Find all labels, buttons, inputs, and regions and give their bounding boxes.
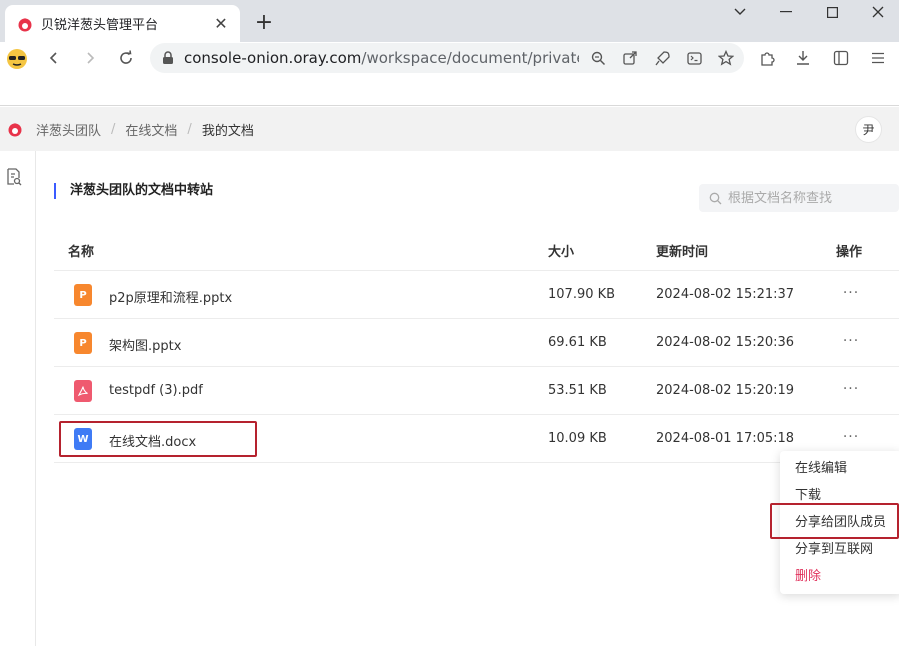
onion-logo-icon — [18, 17, 32, 31]
download-icon[interactable] — [789, 44, 817, 72]
file-size: 10.09 KB — [548, 431, 607, 446]
sidebar — [0, 151, 36, 646]
search-input[interactable] — [728, 190, 888, 206]
table-header: 名称 大小 更新时间 操作 — [54, 229, 899, 271]
app-header: 洋葱头团队 / 在线文档 / 我的文档 尹 — [0, 107, 899, 151]
open-in-new-icon[interactable] — [617, 45, 643, 71]
zoom-icon[interactable] — [585, 45, 611, 71]
menu-item-delete[interactable]: 删除 — [780, 563, 899, 590]
table-row[interactable]: P 架构图.pptx 69.61 KB 2024-08-02 15:20:36 … — [54, 319, 899, 367]
breadcrumb-my-docs: 我的文档 — [201, 123, 254, 139]
file-size: 69.61 KB — [548, 335, 607, 350]
breadcrumb-online-docs[interactable]: 在线文档 — [125, 120, 177, 139]
breadcrumb-separator: / — [187, 121, 192, 137]
more-actions-icon[interactable]: ··· — [839, 333, 863, 353]
menu-item-share-to-internet[interactable]: 分享到互联网 — [780, 536, 899, 563]
more-actions-icon[interactable]: ··· — [839, 381, 863, 401]
file-updated-time: 2024-08-02 15:21:37 — [656, 287, 795, 302]
tab-title: 贝锐洋葱头管理平台 — [41, 18, 159, 33]
close-window-icon[interactable] — [856, 0, 899, 24]
breadcrumb-team[interactable]: 洋葱头团队 — [36, 120, 101, 139]
table-row[interactable]: testpdf (3).pdf 53.51 KB 2024-08-02 15:2… — [54, 367, 899, 415]
more-actions-icon[interactable]: ··· — [839, 285, 863, 305]
menu-item-edit-online[interactable]: 在线编辑 — [780, 455, 899, 482]
browser-toolbar: console-onion.oray.com/workspace/documen… — [0, 42, 899, 106]
browser-tab[interactable]: 贝锐洋葱头管理平台 ✕ — [5, 5, 240, 42]
file-size: 53.51 KB — [548, 383, 607, 398]
file-size: 107.90 KB — [548, 287, 616, 302]
sidebar-toggle-icon[interactable] — [827, 44, 855, 72]
file-name[interactable]: p2p原理和流程.pptx — [109, 287, 232, 306]
pdf-file-icon — [74, 380, 92, 402]
star-bookmark-icon[interactable] — [713, 45, 739, 71]
file-name[interactable]: 架构图.pptx — [109, 335, 181, 354]
reload-icon[interactable] — [112, 44, 140, 72]
column-header-actions: 操作 — [836, 245, 863, 260]
address-bar[interactable]: console-onion.oray.com/workspace/documen… — [150, 43, 744, 73]
share-to-team-highlight — [770, 503, 899, 539]
back-icon[interactable] — [40, 44, 68, 72]
file-updated-time: 2024-08-02 15:20:19 — [656, 383, 795, 398]
search-box[interactable] — [699, 184, 899, 212]
user-avatar[interactable]: 尹 — [855, 116, 882, 143]
close-tab-icon[interactable]: ✕ — [212, 14, 230, 33]
file-updated-time: 2024-08-01 17:05:18 — [656, 431, 795, 446]
new-tab-button[interactable]: + — [252, 10, 276, 35]
section-title: 洋葱头团队的文档中转站 — [54, 183, 213, 199]
file-name[interactable]: testpdf (3).pdf — [109, 383, 203, 398]
breadcrumb: 洋葱头团队 / 在线文档 / 我的文档 — [36, 120, 254, 139]
ppt-file-icon: P — [74, 284, 92, 306]
main-content: 洋葱头团队的文档中转站 名称 大小 更新时间 操作 P p2p原理和流程.ppt… — [36, 151, 899, 646]
minimize-icon[interactable] — [764, 0, 808, 24]
profile-avatar-icon[interactable] — [2, 44, 32, 74]
breadcrumb-separator: / — [111, 121, 116, 137]
column-header-name: 名称 — [68, 245, 95, 260]
column-header-updated: 更新时间 — [656, 245, 709, 260]
table-row[interactable]: P p2p原理和流程.pptx 107.90 KB 2024-08-02 15:… — [54, 271, 899, 319]
document-icon[interactable] — [6, 168, 22, 186]
column-header-size: 大小 — [548, 245, 575, 260]
search-icon — [709, 192, 722, 204]
rocket-icon[interactable] — [649, 45, 675, 71]
extensions-puzzle-icon[interactable] — [753, 44, 781, 72]
tab-search-chevron-icon[interactable] — [718, 0, 762, 24]
selected-file-highlight — [59, 421, 257, 457]
onion-logo-icon — [8, 123, 22, 137]
terminal-icon[interactable] — [681, 45, 707, 71]
ppt-file-icon: P — [74, 332, 92, 354]
menu-icon[interactable] — [864, 44, 892, 72]
maximize-icon[interactable] — [810, 0, 854, 24]
file-updated-time: 2024-08-02 15:20:36 — [656, 335, 795, 350]
browser-tab-bar: 贝锐洋葱头管理平台 ✕ + — [0, 0, 899, 42]
url-text: console-onion.oray.com/workspace/documen… — [184, 49, 579, 67]
lock-icon — [163, 51, 173, 64]
forward-icon[interactable] — [76, 44, 104, 72]
more-actions-icon[interactable]: ··· — [839, 429, 863, 449]
